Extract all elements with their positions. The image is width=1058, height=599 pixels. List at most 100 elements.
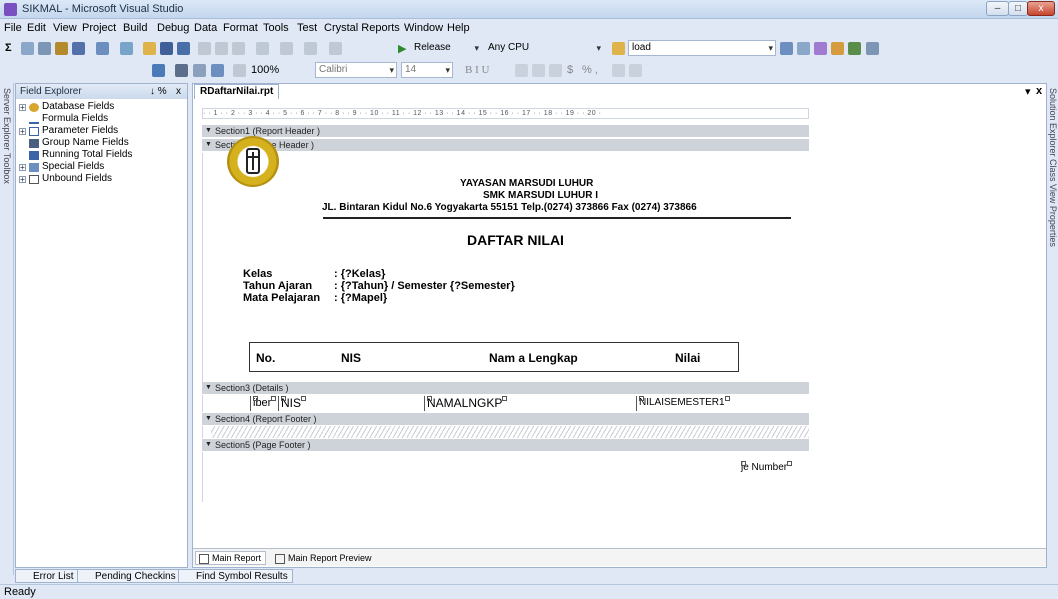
start-debug-icon[interactable]: ▶ xyxy=(398,42,406,55)
section-page-header[interactable]: Section2 (Page Header ) xyxy=(202,139,809,151)
tab-main-report[interactable]: Main Report xyxy=(195,551,267,565)
zoom-icon[interactable] xyxy=(233,64,246,77)
close-button[interactable]: x xyxy=(1027,1,1055,16)
cut-icon[interactable] xyxy=(198,42,211,55)
expand-database-fields-icon[interactable]: + xyxy=(19,104,26,112)
solution-platform-select[interactable]: Any CPU xyxy=(484,40,604,56)
decrease-decimals-icon[interactable] xyxy=(629,64,642,77)
chart-icon[interactable] xyxy=(72,42,85,55)
server-explorer-toolbox-tabs[interactable]: Server Explorer Toolbox xyxy=(2,88,12,184)
align-center-icon[interactable] xyxy=(532,64,545,77)
section-details[interactable]: Section3 (Details ) xyxy=(202,382,809,394)
object-browser-icon[interactable] xyxy=(814,42,827,55)
menu-view[interactable]: View xyxy=(53,22,77,34)
field-item-database-fields[interactable]: Database Fields xyxy=(42,101,114,112)
tab-find-symbol-results[interactable]: Find Symbol Results xyxy=(178,569,293,583)
tab-main-report-preview[interactable]: Main Report Preview xyxy=(271,551,377,565)
solution-configuration-select[interactable]: Release xyxy=(410,40,482,56)
find-in-files-icon[interactable] xyxy=(612,42,625,55)
sum-icon[interactable]: Σ xyxy=(5,42,12,54)
format-buttons[interactable]: B I U xyxy=(465,64,489,76)
menu-tools[interactable]: Tools xyxy=(263,22,289,34)
detail-field-nilai-semester[interactable]: NILAISEMESTER1 xyxy=(636,396,750,411)
page-number-field[interactable]: je Number xyxy=(739,461,805,476)
menu-build[interactable]: Build xyxy=(123,22,147,34)
minimize-button[interactable]: – xyxy=(986,1,1009,16)
field-explorer-close-icon[interactable]: x xyxy=(176,84,181,99)
table-icon[interactable] xyxy=(38,42,51,55)
detail-field-nis[interactable]: NIS xyxy=(278,396,416,411)
save-all-icon[interactable] xyxy=(177,42,190,55)
paste-icon[interactable] xyxy=(232,42,245,55)
menu-window[interactable]: Window xyxy=(404,22,443,34)
number-format-buttons[interactable]: % , xyxy=(582,64,598,76)
menu-debug[interactable]: Debug xyxy=(157,22,189,34)
window-list-icon[interactable]: ▾ xyxy=(1025,85,1031,98)
currency-icon[interactable]: $ xyxy=(567,64,573,76)
menu-format[interactable]: Format xyxy=(223,22,258,34)
menu-edit[interactable]: Edit xyxy=(27,22,46,34)
grid-icon[interactable] xyxy=(21,42,34,55)
section-report-header[interactable]: Section1 (Report Header ) xyxy=(202,125,809,137)
align-right-icon[interactable] xyxy=(549,64,562,77)
menu-file[interactable]: File xyxy=(4,22,22,34)
repository-icon[interactable] xyxy=(211,64,224,77)
align-left-icon[interactable] xyxy=(515,64,528,77)
insert-field-icon[interactable] xyxy=(193,64,206,77)
expand-unbound-fields-icon[interactable]: + xyxy=(19,176,26,184)
field-item-formula-fields[interactable]: Formula Fields xyxy=(42,113,108,124)
field-explorer-toggle-icon[interactable] xyxy=(152,64,165,77)
find-combo[interactable]: load xyxy=(628,40,776,56)
redo-icon[interactable] xyxy=(280,42,293,55)
save-icon[interactable] xyxy=(160,42,173,55)
toolbox-icon[interactable] xyxy=(831,42,844,55)
solution-class-properties-tabs[interactable]: Solution Explorer Class View Properties xyxy=(1048,88,1058,247)
pin-icon[interactable]: ↓ % xyxy=(150,84,167,99)
field-item-unbound-fields[interactable]: Unbound Fields xyxy=(42,173,112,184)
increase-decimals-icon[interactable] xyxy=(612,64,625,77)
field-item-group-name-fields[interactable]: Group Name Fields xyxy=(42,137,129,148)
section-page-footer[interactable]: Section5 (Page Footer ) xyxy=(202,439,809,451)
menu-project[interactable]: Project xyxy=(82,22,116,34)
header-nilai[interactable]: Nilai xyxy=(675,351,700,365)
zoom-level[interactable]: 100% xyxy=(251,64,279,76)
font-size-select[interactable]: 14 xyxy=(401,62,453,78)
add-item-icon[interactable] xyxy=(120,42,133,55)
report-explorer-icon[interactable] xyxy=(175,64,188,77)
menu-test[interactable]: Test xyxy=(297,22,317,34)
field-item-running-total-fields[interactable]: Running Total Fields xyxy=(42,149,132,160)
solution-explorer-icon[interactable] xyxy=(780,42,793,55)
expand-special-fields-icon[interactable]: + xyxy=(19,164,26,172)
undo-icon[interactable] xyxy=(256,42,269,55)
properties-icon[interactable] xyxy=(797,42,810,55)
maximize-button[interactable]: □ xyxy=(1008,1,1028,16)
command-window-icon[interactable] xyxy=(866,42,879,55)
copy-icon[interactable] xyxy=(215,42,228,55)
detail-field-nama-lengkap[interactable]: NAMALNGKP xyxy=(424,396,630,411)
menu-data[interactable]: Data xyxy=(194,22,217,34)
header-nama-lengkap[interactable]: Nam a Lengkap xyxy=(489,351,578,365)
menu-crystal-reports[interactable]: Crystal Reports xyxy=(324,22,400,34)
expand-parameter-fields-icon[interactable]: + xyxy=(19,128,26,136)
field-item-parameter-fields[interactable]: Parameter Fields xyxy=(42,125,118,136)
header-nis[interactable]: NIS xyxy=(341,351,361,365)
open-folder-icon[interactable] xyxy=(143,42,156,55)
tab-pending-checkins[interactable]: Pending Checkins xyxy=(77,569,181,583)
detail-field-record-number[interactable]: iber xyxy=(250,396,278,411)
param-kelas[interactable]: : {?Kelas} xyxy=(334,268,385,280)
new-project-icon[interactable] xyxy=(96,42,109,55)
navigate-forward-icon[interactable] xyxy=(329,42,342,55)
document-close-icon[interactable]: x xyxy=(1036,85,1042,97)
tab-error-list[interactable]: Error List xyxy=(15,569,79,583)
param-tahun-semester[interactable]: : {?Tahun} / Semester {?Semester} xyxy=(334,280,515,292)
menu-help[interactable]: Help xyxy=(447,22,470,34)
navigate-backward-icon[interactable] xyxy=(304,42,317,55)
start-page-icon[interactable] xyxy=(848,42,861,55)
section-report-footer[interactable]: Section4 (Report Footer ) xyxy=(202,413,809,425)
header-no[interactable]: No. xyxy=(256,351,275,365)
field-item-special-fields[interactable]: Special Fields xyxy=(42,161,104,172)
database-icon[interactable] xyxy=(55,42,68,55)
param-mapel[interactable]: : {?Mapel} xyxy=(334,292,387,304)
document-tab[interactable]: RDaftarNilai.rpt xyxy=(194,84,280,99)
font-select[interactable]: Calibri xyxy=(315,62,397,78)
